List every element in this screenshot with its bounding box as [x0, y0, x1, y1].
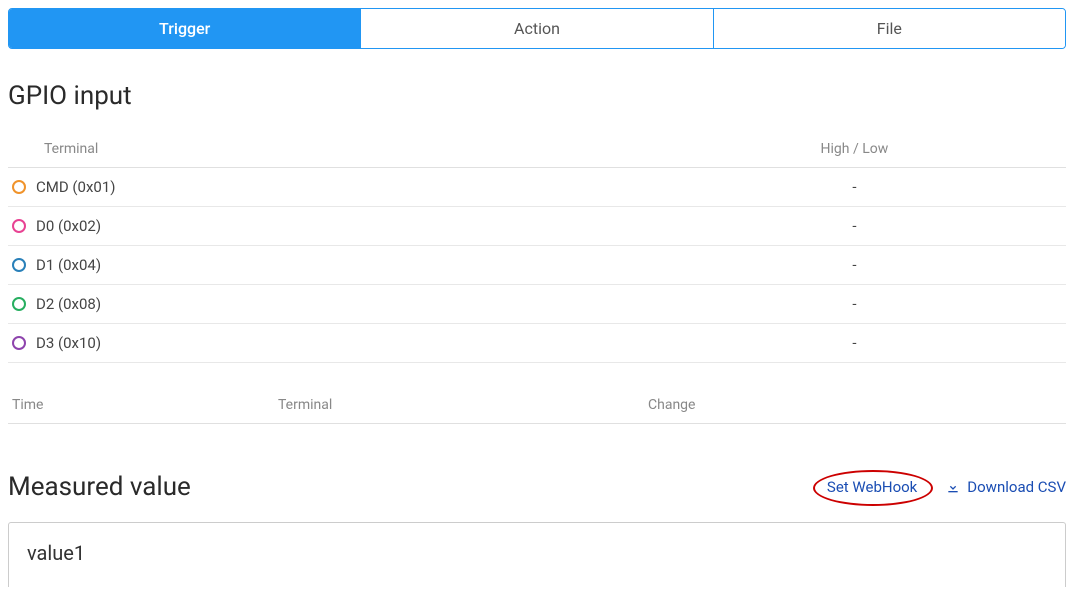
circle-icon [12, 180, 26, 194]
gpio-terminal-label: D1 (0x04) [36, 256, 101, 274]
gpio-header-highlow: High / Low [643, 133, 1066, 168]
tab-file[interactable]: File [714, 9, 1065, 48]
gpio-row: D0 (0x02) - [8, 207, 1066, 246]
tab-action[interactable]: Action [361, 9, 713, 48]
event-header-change: Change [648, 397, 1066, 413]
measured-value-header: Measured value Set WebHook Download CSV [8, 472, 1066, 502]
gpio-row: D3 (0x10) - [8, 324, 1066, 363]
circle-icon [12, 336, 26, 350]
gpio-value: - [643, 168, 1066, 207]
event-header-terminal: Terminal [278, 397, 648, 413]
circle-icon [12, 297, 26, 311]
measured-value-label: value1 [27, 541, 85, 565]
gpio-value: - [643, 246, 1066, 285]
set-webhook-label: Set WebHook [827, 478, 917, 496]
set-webhook-link[interactable]: Set WebHook [827, 478, 917, 496]
gpio-terminal-label: D2 (0x08) [36, 295, 101, 313]
gpio-value: - [643, 285, 1066, 324]
gpio-terminal-label: D3 (0x10) [36, 334, 101, 352]
circle-icon [12, 258, 26, 272]
event-log-header: Time Terminal Change [8, 387, 1066, 424]
gpio-terminal-label: CMD (0x01) [36, 178, 116, 196]
gpio-row: D2 (0x08) - [8, 285, 1066, 324]
gpio-input-title: GPIO input [8, 81, 1066, 111]
top-tabs: Trigger Action File [8, 8, 1066, 49]
gpio-table: Terminal High / Low CMD (0x01) - D0 (0x0… [8, 133, 1066, 363]
gpio-terminal-label: D0 (0x02) [36, 217, 101, 235]
circle-icon [12, 219, 26, 233]
gpio-value: - [643, 207, 1066, 246]
measured-value-title: Measured value [8, 472, 191, 502]
gpio-row: CMD (0x01) - [8, 168, 1066, 207]
gpio-row: D1 (0x04) - [8, 246, 1066, 285]
download-icon [945, 479, 961, 495]
tab-trigger[interactable]: Trigger [9, 9, 361, 48]
download-csv-link[interactable]: Download CSV [945, 478, 1066, 496]
gpio-value: - [643, 324, 1066, 363]
measured-value-actions: Set WebHook Download CSV [827, 478, 1066, 496]
download-csv-label: Download CSV [967, 478, 1066, 496]
measured-value-box: value1 [8, 522, 1066, 587]
event-header-time: Time [8, 397, 278, 413]
gpio-header-terminal: Terminal [8, 133, 643, 168]
